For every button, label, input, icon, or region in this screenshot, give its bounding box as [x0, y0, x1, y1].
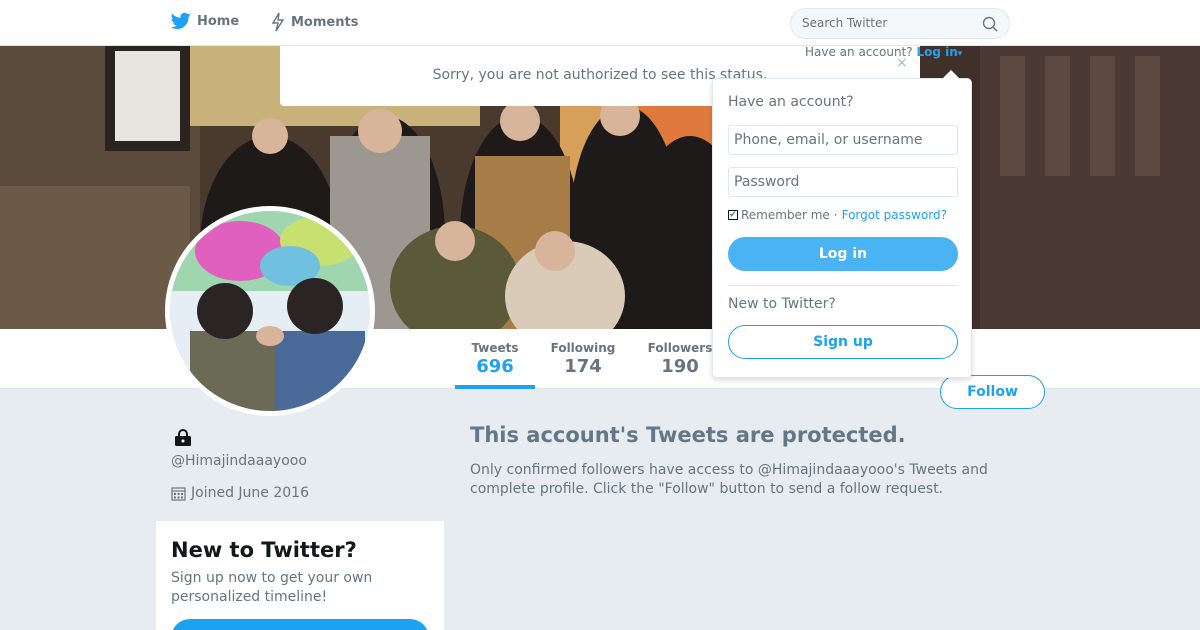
login-dropdown: Have an account? ✔ Remember me · Forgot …: [712, 78, 972, 378]
follow-button[interactable]: Follow: [940, 375, 1045, 409]
active-tab-indicator: [455, 385, 535, 389]
new-to-twitter-card: New to Twitter? Sign up now to get your …: [156, 521, 444, 630]
protected-title: This account's Tweets are protected.: [470, 423, 906, 447]
remember-checkbox[interactable]: ✔: [728, 210, 738, 220]
login-link[interactable]: Log in: [916, 45, 957, 59]
forgot-password-link[interactable]: Forgot password?: [842, 208, 947, 222]
password-field[interactable]: [728, 167, 958, 197]
nav-home-label: Home: [197, 13, 240, 29]
lock-icon: [175, 429, 191, 446]
stat-value: 174: [564, 356, 602, 377]
stat-tweets[interactable]: Tweets 696: [455, 341, 535, 377]
remember-label: Remember me: [741, 208, 830, 222]
dropdown-caret: [942, 70, 960, 79]
avatar-photo: [170, 211, 370, 411]
dropdown-heading: Have an account?: [728, 94, 854, 110]
login-prompt: Have an account? Log in▾: [805, 45, 962, 59]
calendar-icon: [171, 486, 186, 501]
stat-value: 696: [476, 356, 514, 377]
username-field[interactable]: [728, 125, 958, 155]
profile-handle: @Himajindaaayooo: [171, 453, 307, 469]
remember-row: ✔ Remember me · Forgot password?: [728, 208, 947, 222]
stat-label: Tweets: [471, 341, 519, 355]
login-button[interactable]: Log in: [728, 237, 958, 271]
close-icon[interactable]: ×: [896, 55, 908, 71]
nav-moments[interactable]: Moments: [271, 12, 358, 32]
stat-following[interactable]: Following 174: [545, 341, 621, 377]
new-card-title: New to Twitter?: [171, 538, 357, 562]
nav-moments-label: Moments: [291, 14, 359, 30]
new-card-description: Sign up now to get your own personalized…: [171, 570, 373, 605]
caret-down-icon: ▾: [957, 49, 963, 59]
joined-date: Joined June 2016: [171, 485, 309, 501]
avatar[interactable]: [165, 206, 375, 416]
separator: ·: [833, 208, 838, 222]
stat-label: Following: [550, 341, 616, 355]
protected-description: Only confirmed followers have access to …: [470, 462, 988, 497]
twitter-bird-icon: [171, 12, 191, 30]
top-navigation: Home Moments: [0, 0, 1200, 46]
stat-followers[interactable]: Followers 190: [645, 341, 715, 377]
divider: [728, 285, 958, 286]
search-box[interactable]: [790, 8, 1010, 39]
stat-label: Followers: [647, 341, 713, 355]
new-to-twitter-heading: New to Twitter?: [728, 296, 836, 312]
stat-value: 190: [661, 356, 699, 377]
search-icon[interactable]: [982, 16, 998, 32]
signup-button[interactable]: Sign up: [728, 325, 958, 359]
joined-label: Joined June 2016: [191, 485, 309, 501]
nav-home[interactable]: Home: [171, 12, 239, 30]
search-input[interactable]: [802, 16, 977, 30]
lightning-icon: [271, 12, 285, 32]
signup-card-button[interactable]: [171, 619, 429, 630]
